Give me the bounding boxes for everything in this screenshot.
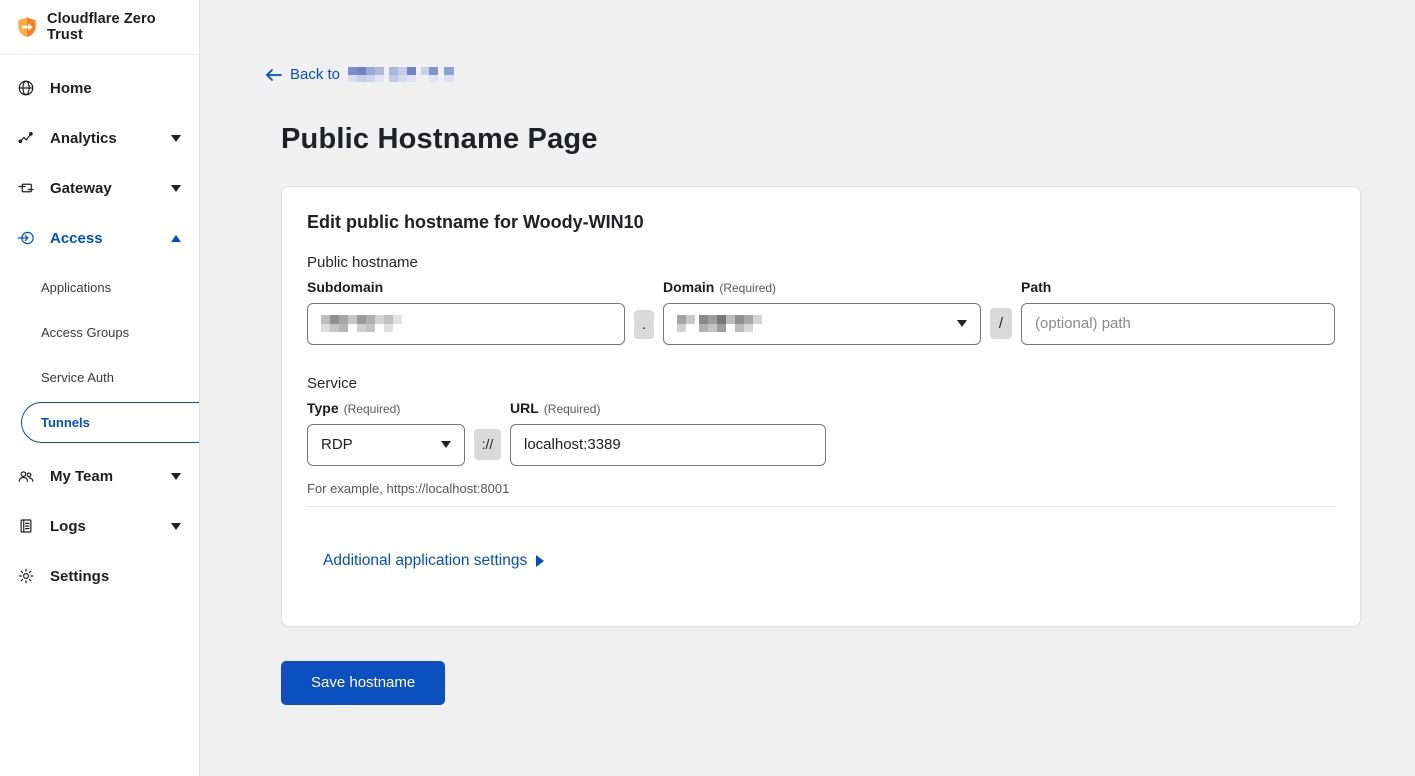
url-input[interactable] (510, 424, 826, 466)
brand: Cloudflare Zero Trust (0, 0, 199, 55)
sidebar-item-label: Analytics (50, 130, 117, 147)
additional-settings-label: Additional application settings (323, 552, 527, 570)
cloudflare-shield-logo-icon (16, 16, 38, 38)
sidebar: Cloudflare Zero Trust Home Analytics (0, 0, 200, 776)
page-title: Public Hostname Page (281, 123, 1361, 156)
chevron-down-icon (171, 473, 181, 480)
type-label: Type(Required) (307, 400, 465, 416)
sidebar-subitem-label: Applications (41, 280, 111, 295)
sidebar-subitem-label: Access Groups (41, 325, 129, 340)
gateway-icon (17, 179, 35, 197)
url-label: URL(Required) (510, 400, 826, 416)
chevron-down-icon (441, 441, 451, 448)
chevron-down-icon (171, 523, 181, 530)
path-label: Path (1021, 279, 1335, 295)
back-link[interactable]: Back to (265, 66, 456, 83)
service-field-row: Type(Required) RDP :// URL(Required) (307, 400, 1335, 466)
redacted-back-target (348, 67, 456, 83)
additional-settings-link[interactable]: Additional application settings (323, 552, 544, 570)
subdomain-input[interactable] (307, 303, 625, 345)
sidebar-subitem-label: Service Auth (41, 370, 114, 385)
type-select[interactable]: RDP (307, 424, 465, 466)
hostname-field-row: Subdomain . Domain(Required) (307, 279, 1335, 345)
type-select-value: RDP (321, 436, 353, 453)
sidebar-item-label: Access (50, 230, 103, 247)
sidebar-item-analytics[interactable]: Analytics (0, 113, 199, 163)
subdomain-label: Subdomain (307, 279, 625, 295)
chevron-down-icon (957, 320, 967, 327)
access-icon (17, 229, 35, 247)
sidebar-item-gateway[interactable]: Gateway (0, 163, 199, 213)
url-example-text: For example, https://localhost:8001 (307, 481, 1335, 496)
back-link-label: Back to (290, 66, 340, 83)
type-field: Type(Required) RDP (307, 400, 465, 466)
domain-label: Domain(Required) (663, 279, 981, 295)
logs-icon (17, 517, 35, 535)
sidebar-subitem-label: Tunnels (41, 415, 90, 430)
domain-required-hint: (Required) (719, 281, 776, 295)
subdomain-field: Subdomain (307, 279, 625, 345)
save-hostname-button[interactable]: Save hostname (281, 661, 445, 705)
slash-separator: / (990, 308, 1012, 339)
main-content: Back to Public Hostname Page Edit public… (200, 0, 1415, 776)
url-required-hint: (Required) (544, 402, 601, 416)
card-title: Edit public hostname for Woody-WIN10 (307, 212, 1335, 233)
public-hostname-section-label: Public hostname (307, 254, 1335, 271)
service-section-label: Service (307, 375, 1335, 392)
triangle-right-icon (535, 555, 544, 567)
dot-separator: . (634, 310, 654, 339)
analytics-icon (17, 129, 35, 147)
divider (307, 506, 1335, 507)
sidebar-item-label: Logs (50, 518, 86, 535)
sidebar-item-label: Gateway (50, 180, 112, 197)
sidebar-item-label: Settings (50, 568, 109, 585)
brand-title: Cloudflare Zero Trust (47, 11, 183, 43)
sidebar-item-access-groups[interactable]: Access Groups (0, 310, 199, 355)
edit-hostname-card: Edit public hostname for Woody-WIN10 Pub… (281, 186, 1361, 627)
sidebar-item-label: Home (50, 80, 92, 97)
chevron-up-icon (171, 235, 181, 242)
sidebar-item-my-team[interactable]: My Team (0, 451, 199, 501)
globe-icon (17, 79, 35, 97)
chevron-down-icon (171, 185, 181, 192)
sidebar-item-home[interactable]: Home (0, 63, 199, 113)
chevron-down-icon (171, 135, 181, 142)
access-subnav: Applications Access Groups Service Auth … (0, 263, 199, 451)
gear-icon (17, 567, 35, 585)
scheme-separator: :// (474, 429, 501, 460)
users-icon (17, 467, 35, 485)
redacted-subdomain-value (321, 315, 413, 332)
sidebar-item-settings[interactable]: Settings (0, 551, 199, 601)
sidebar-item-access[interactable]: Access (0, 213, 199, 263)
path-input[interactable] (1021, 303, 1335, 345)
app-root: Cloudflare Zero Trust Home Analytics (0, 0, 1415, 776)
type-required-hint: (Required) (344, 402, 401, 416)
arrow-left-icon (265, 68, 282, 82)
sidebar-item-logs[interactable]: Logs (0, 501, 199, 551)
sidebar-item-service-auth[interactable]: Service Auth (0, 355, 199, 400)
domain-field: Domain(Required) (663, 279, 981, 345)
path-field: Path (1021, 279, 1335, 345)
sidebar-item-tunnels[interactable]: Tunnels (21, 402, 199, 443)
sidebar-item-label: My Team (50, 468, 113, 485)
url-field: URL(Required) (510, 400, 826, 466)
sidebar-item-applications[interactable]: Applications (0, 265, 199, 310)
redacted-domain-value (677, 315, 777, 332)
sidebar-nav: Home Analytics Gateway Acc (0, 55, 199, 601)
domain-select[interactable] (663, 303, 981, 345)
